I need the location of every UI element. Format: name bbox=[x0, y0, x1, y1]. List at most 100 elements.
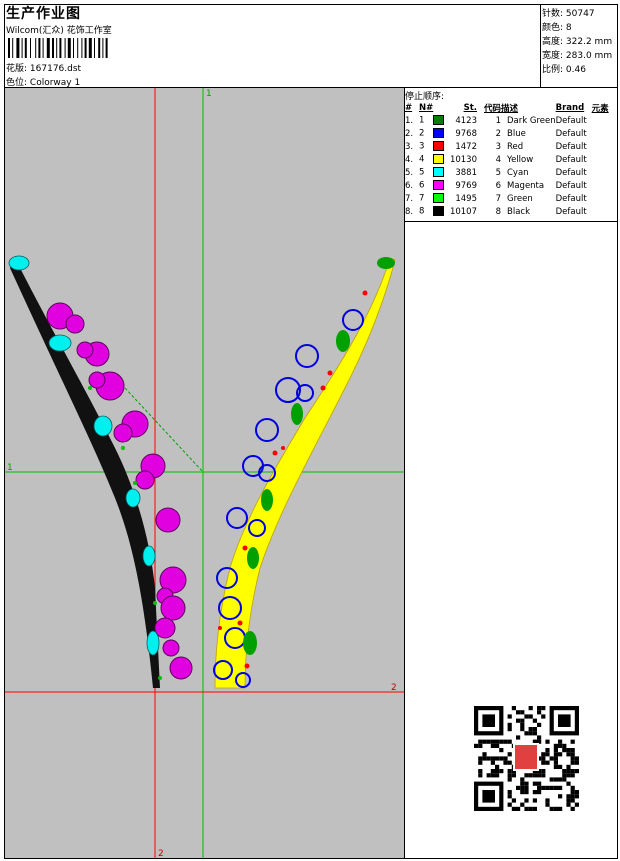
pattern-file: 花版: 167176.dst bbox=[6, 61, 81, 74]
green-axis-label-left: 1 bbox=[7, 463, 13, 473]
row-description: Red bbox=[507, 141, 524, 152]
row-needle: 4 bbox=[419, 153, 447, 166]
row-needle: 5 bbox=[419, 166, 447, 179]
row-code: 4 bbox=[495, 154, 501, 165]
row-needle: 8 bbox=[419, 205, 447, 218]
table-row: 7. 7 1495 7 Green Default bbox=[405, 192, 618, 205]
table-row: 1. 1 4123 1 Dark Green Default bbox=[405, 114, 618, 127]
row-element bbox=[592, 166, 618, 179]
color-swatch bbox=[433, 167, 445, 178]
table-row: 6. 6 9769 6 Magenta Default bbox=[405, 179, 618, 192]
row-needle: 7 bbox=[419, 192, 447, 205]
stat-width: 宽度: 283.0 mm bbox=[542, 51, 613, 61]
row-brand: Default bbox=[555, 115, 587, 126]
row-element bbox=[592, 127, 618, 140]
color-swatch bbox=[433, 115, 445, 126]
row-description: Magenta bbox=[507, 180, 545, 191]
col-header-element: 元素 bbox=[591, 104, 609, 114]
red-axis-label-right: 2 bbox=[391, 683, 397, 693]
row-element bbox=[592, 114, 618, 127]
table-row: 8. 8 10107 8 Black Default bbox=[405, 205, 618, 218]
green-axis-label-top: 1 bbox=[206, 89, 212, 99]
col-header-index: # bbox=[405, 103, 413, 113]
row-index: 3. bbox=[405, 141, 414, 152]
color-swatch bbox=[433, 128, 445, 139]
row-description: Black bbox=[507, 206, 530, 217]
col-header-needle: N# bbox=[419, 103, 434, 113]
company-name: Wilcom(汇众) 花饰工作室 bbox=[6, 26, 112, 36]
pattern-label: 花版: bbox=[6, 64, 28, 74]
row-brand: Default bbox=[555, 128, 587, 139]
row-description: Dark Green bbox=[507, 115, 556, 126]
row-description: Blue bbox=[507, 128, 526, 139]
row-code: 8 bbox=[495, 206, 501, 217]
row-brand: Default bbox=[555, 180, 587, 191]
row-brand: Default bbox=[555, 167, 587, 178]
table-row: 5. 5 3881 5 Cyan Default bbox=[405, 166, 618, 179]
table-row: 2. 2 9768 2 Blue Default bbox=[405, 127, 618, 140]
row-index: 4. bbox=[405, 154, 414, 165]
row-element bbox=[592, 179, 618, 192]
row-element bbox=[592, 192, 618, 205]
page-title: 生产作业图 bbox=[6, 6, 81, 22]
row-element bbox=[592, 153, 618, 166]
stat-colors: 颜色: 8 bbox=[542, 23, 572, 33]
color-swatch bbox=[433, 193, 445, 204]
row-code: 1 bbox=[495, 115, 501, 126]
row-needle: 2 bbox=[419, 127, 447, 140]
col-header-description: 描述 bbox=[501, 104, 519, 114]
col-header-stitches: St. bbox=[463, 103, 477, 113]
row-stitches: 9768 bbox=[455, 128, 477, 139]
design-canvas[interactable]: 1 1 2 2 bbox=[5, 88, 404, 858]
row-code: 6 bbox=[495, 180, 501, 191]
row-stitches: 3881 bbox=[455, 167, 477, 178]
row-index: 6. bbox=[405, 180, 414, 191]
row-brand: Default bbox=[555, 154, 587, 165]
row-element bbox=[592, 140, 618, 153]
row-description: Green bbox=[507, 193, 533, 204]
table-divider bbox=[404, 221, 618, 222]
row-description: Cyan bbox=[507, 167, 529, 178]
stats-divider bbox=[540, 4, 541, 88]
table-row: 3. 3 1472 3 Red Default bbox=[405, 140, 618, 153]
barcode bbox=[8, 38, 108, 58]
row-code: 2 bbox=[495, 128, 501, 139]
left-cyan-leaves bbox=[8, 255, 160, 656]
row-index: 2. bbox=[405, 128, 414, 139]
row-stitches: 10130 bbox=[449, 154, 477, 165]
row-code: 7 bbox=[495, 193, 501, 204]
red-axis-label-bottom: 2 bbox=[158, 849, 164, 858]
row-needle: 1 bbox=[419, 114, 447, 127]
stat-stitches: 针数: 50747 bbox=[542, 9, 595, 19]
row-index: 1. bbox=[405, 115, 414, 126]
row-brand: Default bbox=[555, 193, 587, 204]
color-swatch bbox=[433, 141, 445, 152]
stop-sequence-title: 停止顺序: bbox=[405, 92, 445, 102]
left-strand-base bbox=[10, 258, 160, 688]
col-header-code: 代码 bbox=[483, 104, 501, 114]
stat-height: 高度: 322.2 mm bbox=[542, 37, 613, 47]
row-needle: 6 bbox=[419, 179, 447, 192]
row-code: 5 bbox=[495, 167, 501, 178]
row-index: 5. bbox=[405, 167, 414, 178]
row-code: 3 bbox=[495, 141, 501, 152]
stat-scale: 比例: 0.46 bbox=[542, 65, 586, 75]
color-swatch bbox=[433, 206, 445, 217]
row-stitches: 4123 bbox=[455, 115, 477, 126]
row-description: Yellow bbox=[507, 154, 534, 165]
row-brand: Default bbox=[555, 141, 587, 152]
row-brand: Default bbox=[555, 206, 587, 217]
stamp-logo bbox=[515, 745, 537, 769]
col-header-brand: Brand bbox=[555, 103, 585, 113]
color-swatch bbox=[433, 180, 445, 191]
table-row: 4. 4 10130 4 Yellow Default bbox=[405, 153, 618, 166]
row-index: 8. bbox=[405, 206, 414, 217]
embroidery-preview: 1 1 2 2 bbox=[5, 88, 404, 858]
row-stitches: 1495 bbox=[455, 193, 477, 204]
row-stitches: 9769 bbox=[455, 180, 477, 191]
stop-sequence-table: # N# St. 代码 描述 Brand 元素 1. 1 4123 1 Dark Gr… bbox=[405, 102, 618, 218]
qr-code bbox=[470, 703, 584, 813]
pattern-value: 167176.dst bbox=[29, 64, 82, 74]
row-stitches: 10107 bbox=[449, 206, 477, 217]
row-needle: 3 bbox=[419, 140, 447, 153]
